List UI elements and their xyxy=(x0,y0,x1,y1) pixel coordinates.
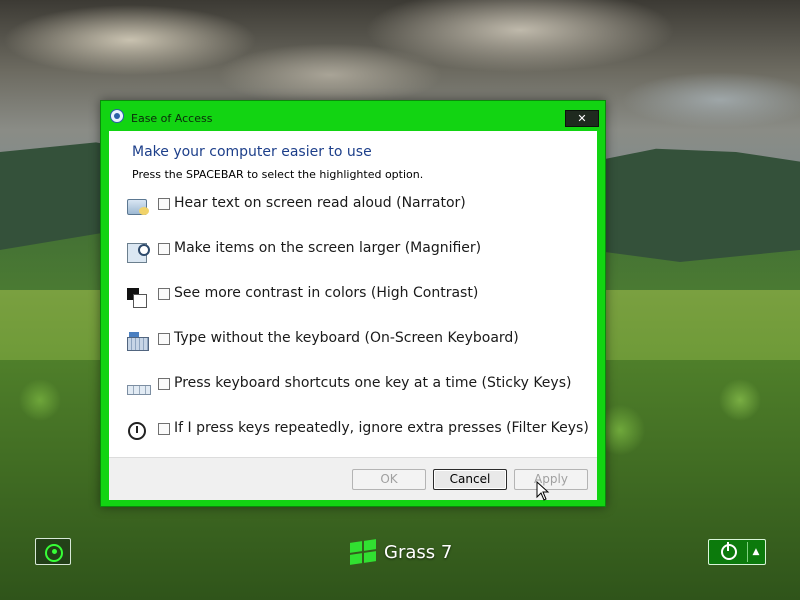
mouse-pointer-icon xyxy=(536,480,550,501)
dialog-button-bar: OK Cancel Apply xyxy=(109,457,597,500)
cancel-button[interactable]: Cancel xyxy=(433,469,507,490)
on-screen-keyboard-icon xyxy=(125,330,151,354)
logo-pane-3 xyxy=(350,553,362,565)
ease-of-access-button[interactable] xyxy=(35,538,71,565)
power-icon-line xyxy=(727,542,729,551)
logo-pane-2 xyxy=(364,539,376,551)
ease-of-access-title-icon xyxy=(110,109,124,123)
on-screen-keyboard-icon-keys xyxy=(127,337,149,351)
dialog-heading: Make your computer easier to use xyxy=(132,144,372,160)
filter-keys-checkbox[interactable] xyxy=(158,423,170,435)
ease-of-access-dialog: Ease of Access ✕ Make your computer easi… xyxy=(100,100,606,507)
sticky-keys-label[interactable]: Press keyboard shortcuts one key at a ti… xyxy=(174,375,571,391)
power-controls: ▲ xyxy=(708,539,766,565)
shutdown-button[interactable] xyxy=(711,542,745,562)
sticky-keys-checkbox[interactable] xyxy=(158,378,170,390)
filter-keys-icon xyxy=(125,420,151,444)
brand-name: Grass 7 xyxy=(384,542,453,563)
dialog-content: Make your computer easier to use Press t… xyxy=(109,131,597,500)
filter-keys-label[interactable]: If I press keys repeatedly, ignore extra… xyxy=(174,420,589,436)
magnifier-icon xyxy=(125,240,151,264)
option-narrator[interactable]: Hear text on screen read aloud (Narrator… xyxy=(125,195,585,225)
option-filter-keys[interactable]: If I press keys repeatedly, ignore extra… xyxy=(125,420,589,450)
option-sticky-keys[interactable]: Press keyboard shortcuts one key at a ti… xyxy=(125,375,585,405)
ok-button[interactable]: OK xyxy=(352,469,426,490)
filter-keys-icon-hand xyxy=(136,426,138,433)
high-contrast-checkbox[interactable] xyxy=(158,288,170,300)
high-contrast-icon-light xyxy=(133,294,147,308)
apply-button[interactable]: Apply xyxy=(514,469,588,490)
power-icon xyxy=(721,544,737,560)
logo-pane-1 xyxy=(350,541,362,553)
option-on-screen-keyboard[interactable]: Type without the keyboard (On-Screen Key… xyxy=(125,330,585,360)
option-high-contrast[interactable]: See more contrast in colors (High Contra… xyxy=(125,285,585,315)
ease-of-access-icon-center xyxy=(52,549,57,554)
magnifier-icon-lens xyxy=(138,244,150,256)
dialog-instructions: Press the SPACEBAR to select the highlig… xyxy=(132,168,424,181)
dialog-titlebar[interactable]: Ease of Access ✕ xyxy=(101,101,605,131)
high-contrast-icon xyxy=(125,285,151,309)
sticky-keys-icon-keys xyxy=(127,385,151,395)
narrator-icon xyxy=(125,195,151,219)
windows-logo-icon xyxy=(350,539,378,566)
magnifier-label[interactable]: Make items on the screen larger (Magnifi… xyxy=(174,240,481,256)
logo-pane-4 xyxy=(364,551,376,563)
high-contrast-label[interactable]: See more contrast in colors (High Contra… xyxy=(174,285,478,301)
on-screen-keyboard-checkbox[interactable] xyxy=(158,333,170,345)
narrator-checkbox[interactable] xyxy=(158,198,170,210)
option-magnifier[interactable]: Make items on the screen larger (Magnifi… xyxy=(125,240,585,270)
power-options-button[interactable]: ▲ xyxy=(747,542,764,562)
dialog-title: Ease of Access xyxy=(131,112,213,125)
on-screen-keyboard-label[interactable]: Type without the keyboard (On-Screen Key… xyxy=(174,330,519,346)
magnifier-checkbox[interactable] xyxy=(158,243,170,255)
narrator-icon-speaker xyxy=(139,207,149,215)
narrator-label[interactable]: Hear text on screen read aloud (Narrator… xyxy=(174,195,466,211)
close-button[interactable]: ✕ xyxy=(565,110,599,127)
sticky-keys-icon xyxy=(125,375,151,399)
